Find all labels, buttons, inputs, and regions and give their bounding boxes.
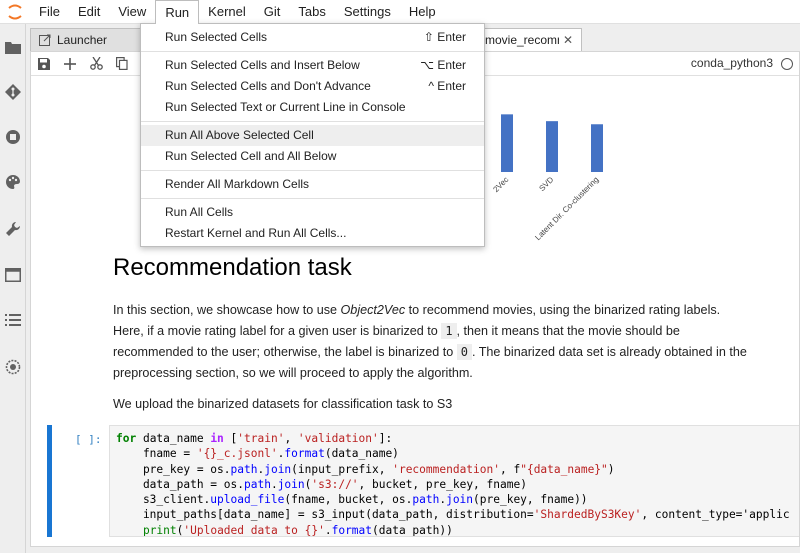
tab-label: movie_recomm: [485, 33, 559, 47]
menu-separator: [141, 51, 484, 52]
category-label: SVD: [537, 175, 555, 193]
wrench-icon[interactable]: [0, 216, 26, 242]
menu-item-label: Restart Kernel and Run All Cells...: [165, 226, 347, 240]
code-cell[interactable]: [ ]: for data_name in ['train', 'validat…: [47, 425, 799, 538]
tabs-icon[interactable]: [0, 262, 26, 288]
menu-settings[interactable]: Settings: [335, 0, 400, 24]
paragraph-upload: We upload the binarized datasets for cla…: [113, 397, 453, 411]
add-cell-icon[interactable]: [57, 52, 83, 76]
run-menu-item[interactable]: Run All Above Selected Cell: [141, 125, 484, 146]
menu-separator: [141, 198, 484, 199]
run-menu-item[interactable]: Run Selected Cells ⇧ Enter: [141, 27, 484, 48]
copy-icon[interactable]: [109, 52, 135, 76]
menu-git[interactable]: Git: [255, 0, 290, 24]
cut-icon[interactable]: [83, 52, 109, 76]
menu-item-label: Run All Above Selected Cell: [165, 128, 314, 142]
kernel-name[interactable]: conda_python3: [691, 56, 773, 70]
menu-item-label: Run All Cells: [165, 205, 234, 219]
menu-bar: File Edit View Run Kernel Git Tabs Settings Help: [0, 0, 800, 24]
code-line: input_paths[data_name] = s3_input(data_p…: [116, 508, 790, 522]
menu-item-shortcut: ⌥ Enter: [420, 58, 466, 72]
table-of-contents-icon[interactable]: [0, 307, 26, 333]
code-line: s3_client.upload_file(fname, bucket, os.…: [116, 493, 588, 507]
run-menu-item[interactable]: Run Selected Cell and All Below: [141, 146, 484, 167]
menu-item-label: Run Selected Text or Current Line in Con…: [165, 100, 406, 114]
tab-label: Launcher: [57, 33, 108, 47]
menu-item-shortcut: ^ Enter: [428, 79, 466, 93]
object2vec-emphasis: Object2Vec: [340, 303, 406, 317]
bar-1: [546, 121, 558, 172]
menu-file[interactable]: File: [30, 0, 69, 24]
run-menu-item[interactable]: Run All Cells: [141, 202, 484, 223]
tab-notebook[interactable]: movie_recomm ✕: [482, 28, 582, 51]
running-sessions-icon[interactable]: [0, 124, 26, 150]
menu-edit[interactable]: Edit: [69, 0, 109, 24]
run-menu-dropdown: Run Selected Cells ⇧ Enter Run Selected Ce…: [140, 23, 485, 247]
tab-launcher[interactable]: Launcher: [30, 28, 142, 51]
run-menu-item[interactable]: Run Selected Cells and Don't Advance ^ En…: [141, 76, 484, 97]
code-line: print('Uploaded data to {}'.format(data_…: [142, 523, 453, 537]
category-label: 2Vec: [491, 175, 510, 194]
section-heading: Recommendation task: [113, 254, 352, 281]
markdown-cell[interactable]: Recommendation task In this section, we …: [113, 252, 753, 425]
folder-icon[interactable]: [0, 34, 26, 60]
git-icon[interactable]: [0, 79, 26, 105]
menu-item-label: Run Selected Cells: [165, 30, 268, 44]
run-menu-item[interactable]: Render All Markdown Cells: [141, 174, 484, 195]
menu-item-shortcut: ⇧ Enter: [423, 30, 466, 44]
close-icon[interactable]: ✕: [563, 33, 573, 47]
code-line: fname = '{}_c.jsonl'.format(data_name): [116, 447, 399, 461]
menu-tabs[interactable]: Tabs: [289, 0, 334, 24]
left-sidebar: [0, 24, 26, 553]
menu-view[interactable]: View: [109, 0, 155, 24]
launcher-icon: [39, 34, 51, 46]
jupyter-logo-icon: [0, 0, 30, 24]
active-cell-indicator: [47, 425, 52, 537]
cell-prompt: [ ]:: [75, 433, 102, 446]
inline-code-one: 1: [441, 323, 457, 339]
paragraph-intro: In this section, we showcase how to use …: [113, 303, 747, 380]
menu-run[interactable]: Run: [155, 0, 200, 24]
menu-kernel[interactable]: Kernel: [199, 0, 255, 24]
save-icon[interactable]: [31, 52, 57, 76]
menu-item-label: Run Selected Cells and Don't Advance: [165, 79, 371, 93]
bar-chart: 2Vec SVDLatent Dir. Co-clustering: [491, 114, 603, 242]
code-line: for data_name in ['train', 'validation']…: [116, 432, 393, 445]
palette-icon[interactable]: [0, 169, 26, 195]
run-menu-item[interactable]: Run Selected Text or Current Line in Con…: [141, 97, 484, 118]
menu-help[interactable]: Help: [400, 0, 445, 24]
menu-item-label: Run Selected Cells and Insert Below: [165, 58, 360, 72]
inline-code-zero: 0: [456, 344, 472, 360]
menu-separator: [141, 121, 484, 122]
menu-item-label: Run Selected Cell and All Below: [165, 149, 337, 163]
bar-0: [501, 114, 513, 172]
kernel-status-icon: [781, 58, 793, 70]
extension-brain-icon[interactable]: [0, 354, 26, 380]
menu-separator: [141, 170, 484, 171]
code-line: data_path = os.path.join('s3://', bucket…: [116, 477, 527, 491]
code-editor[interactable]: for data_name in ['train', 'validation']…: [109, 425, 799, 537]
run-menu-item[interactable]: Run Selected Cells and Insert Below ⌥ Ent…: [141, 55, 484, 76]
code-line: pre_key = os.path.join(input_prefix, 're…: [116, 462, 615, 476]
run-menu-item[interactable]: Restart Kernel and Run All Cells...: [141, 223, 484, 244]
menu-item-label: Render All Markdown Cells: [165, 177, 310, 191]
bar-2: [591, 124, 603, 172]
